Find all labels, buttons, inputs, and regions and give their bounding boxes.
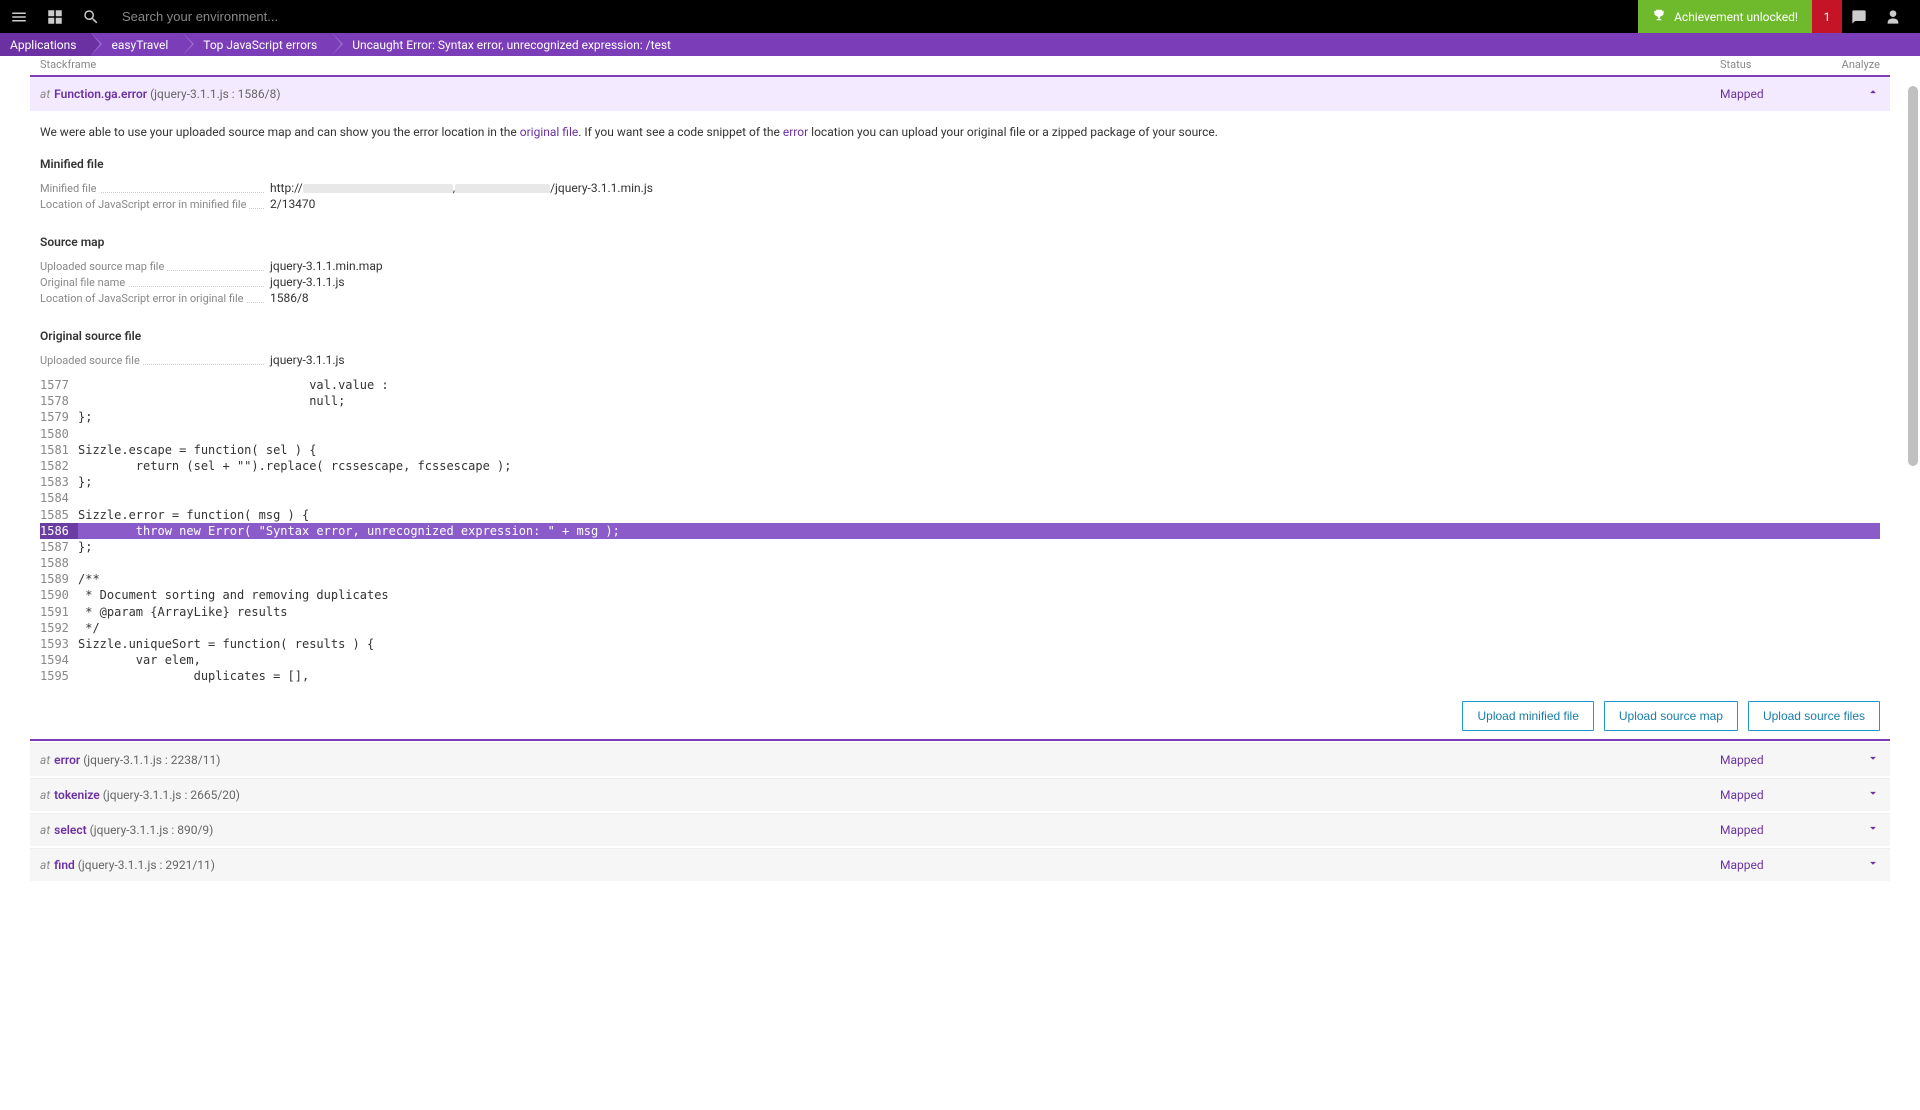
code-line: 1582 return (sel + "").replace( rcssesca… [40, 458, 1880, 474]
code-line: 1586 throw new Error( "Syntax error, unr… [40, 523, 1880, 539]
code-line: 1590 * Document sorting and removing dup… [40, 587, 1880, 603]
code-line: 1577 val.value : [40, 377, 1880, 393]
upload-source-button[interactable]: Upload source files [1748, 701, 1880, 731]
frame-function: select [54, 823, 87, 837]
error-link[interactable]: error [783, 125, 808, 139]
code-line: 1594 var elem, [40, 652, 1880, 668]
frame-status: Mapped [1720, 858, 1840, 872]
code-line: 1578 null; [40, 393, 1880, 409]
code-line: 1579}; [40, 409, 1880, 425]
search-icon[interactable] [82, 8, 100, 26]
frame-location: (jquery-3.1.1.js : 2665/20) [103, 788, 240, 802]
frame-function: find [54, 858, 75, 872]
frame-location: (jquery-3.1.1.js : 2238/11) [83, 753, 220, 767]
scrollbar[interactable] [1908, 56, 1918, 1110]
crumb-easytravel[interactable]: easyTravel [91, 33, 183, 56]
frame-status: Mapped [1720, 753, 1840, 767]
code-line: 1589/** [40, 571, 1880, 587]
original-table: Uploaded source filejquery-3.1.1.js [40, 353, 1880, 367]
code-line: 1585Sizzle.error = function( msg ) { [40, 507, 1880, 523]
chevron-down-icon[interactable] [1840, 786, 1880, 804]
frame-function: Function.ga.error [54, 87, 147, 101]
chevron-down-icon[interactable] [1840, 856, 1880, 874]
upload-minified-button[interactable]: Upload minified file [1462, 701, 1593, 731]
trophy-icon [1652, 8, 1666, 25]
col-analyze: Analyze [1840, 58, 1880, 71]
search-input[interactable] [122, 9, 422, 24]
chat-icon[interactable] [1842, 0, 1876, 33]
code-line: 1595 duplicates = [], [40, 668, 1880, 684]
frame-status: Mapped [1720, 788, 1840, 802]
kv-row: Minified file http://,/jquery-3.1.1.min.… [40, 181, 1880, 195]
crumb-top-errors[interactable]: Top JavaScript errors [183, 33, 332, 56]
original-title: Original source file [40, 329, 1880, 343]
frame-location: (jquery-3.1.1.js : 2921/11) [78, 858, 215, 872]
notification-badge[interactable]: 1 [1812, 0, 1842, 33]
user-icon[interactable] [1876, 0, 1910, 33]
menu-icon[interactable] [10, 8, 28, 26]
crumb-applications[interactable]: Applications [0, 33, 91, 56]
achievement-banner[interactable]: Achievement unlocked! [1638, 0, 1812, 33]
minified-location-value: 2/13470 [270, 197, 315, 211]
stackframe-expanded[interactable]: at Function.ga.error (jquery-3.1.1.js : … [30, 75, 1890, 111]
code-line: 1591 * @param {ArrayLike} results [40, 604, 1880, 620]
minified-file-value: http://,/jquery-3.1.1.min.js [270, 181, 653, 195]
minified-table: Minified file http://,/jquery-3.1.1.min.… [40, 181, 1880, 211]
code-line: 1580 [40, 426, 1880, 442]
code-line: 1593Sizzle.uniqueSort = function( result… [40, 636, 1880, 652]
col-status: Status [1720, 58, 1840, 71]
frame-location: (jquery-3.1.1.js : 1586/8) [150, 87, 280, 101]
achievement-label: Achievement unlocked! [1674, 10, 1798, 24]
frame-function: error [54, 753, 80, 767]
topbar: Achievement unlocked! 1 [0, 0, 1920, 33]
stackframe-row[interactable]: atfind (jquery-3.1.1.js : 2921/11)Mapped [30, 848, 1890, 881]
code-line: 1584 [40, 490, 1880, 506]
sourcemap-table: Uploaded source map filejquery-3.1.1.min… [40, 259, 1880, 305]
upload-sourcemap-button[interactable]: Upload source map [1604, 701, 1738, 731]
code-line: 1581Sizzle.escape = function( sel ) { [40, 442, 1880, 458]
minified-title: Minified file [40, 157, 1880, 171]
code-line: 1583}; [40, 474, 1880, 490]
frame-function: tokenize [54, 788, 100, 802]
code-line: 1588 [40, 555, 1880, 571]
scroll-thumb[interactable] [1908, 86, 1918, 466]
col-stackframe: Stackframe [40, 58, 96, 71]
chevron-down-icon[interactable] [1840, 751, 1880, 769]
code-line: 1592 */ [40, 620, 1880, 636]
frame-status: Mapped [1720, 823, 1840, 837]
chevron-up-icon[interactable] [1840, 85, 1880, 103]
stackframe-row[interactable]: aterror (jquery-3.1.1.js : 2238/11)Mappe… [30, 743, 1890, 776]
chevron-down-icon[interactable] [1840, 821, 1880, 839]
sourcemap-title: Source map [40, 235, 1880, 249]
description: We were able to use your uploaded source… [40, 125, 1880, 139]
at-label: at [40, 87, 50, 101]
dashboard-icon[interactable] [46, 8, 64, 26]
code-block: 1577 val.value :1578 null;1579};15801581… [40, 377, 1880, 685]
kv-row: Location of JavaScript error in minified… [40, 197, 1880, 211]
actions: Upload minified file Upload source map U… [30, 701, 1880, 731]
stackframe-row[interactable]: atselect (jquery-3.1.1.js : 890/9)Mapped [30, 813, 1890, 846]
original-file-link[interactable]: original file [520, 125, 578, 139]
code-line: 1587}; [40, 539, 1880, 555]
stackframe-row[interactable]: attokenize (jquery-3.1.1.js : 2665/20)Ma… [30, 778, 1890, 811]
crumb-current: Uncaught Error: Syntax error, unrecogniz… [332, 33, 686, 56]
frame-status: Mapped [1720, 87, 1840, 101]
table-header: Stackframe Status Analyze [30, 56, 1890, 73]
frame-location: (jquery-3.1.1.js : 890/9) [90, 823, 214, 837]
breadcrumb: Applications easyTravel Top JavaScript e… [0, 33, 1920, 56]
